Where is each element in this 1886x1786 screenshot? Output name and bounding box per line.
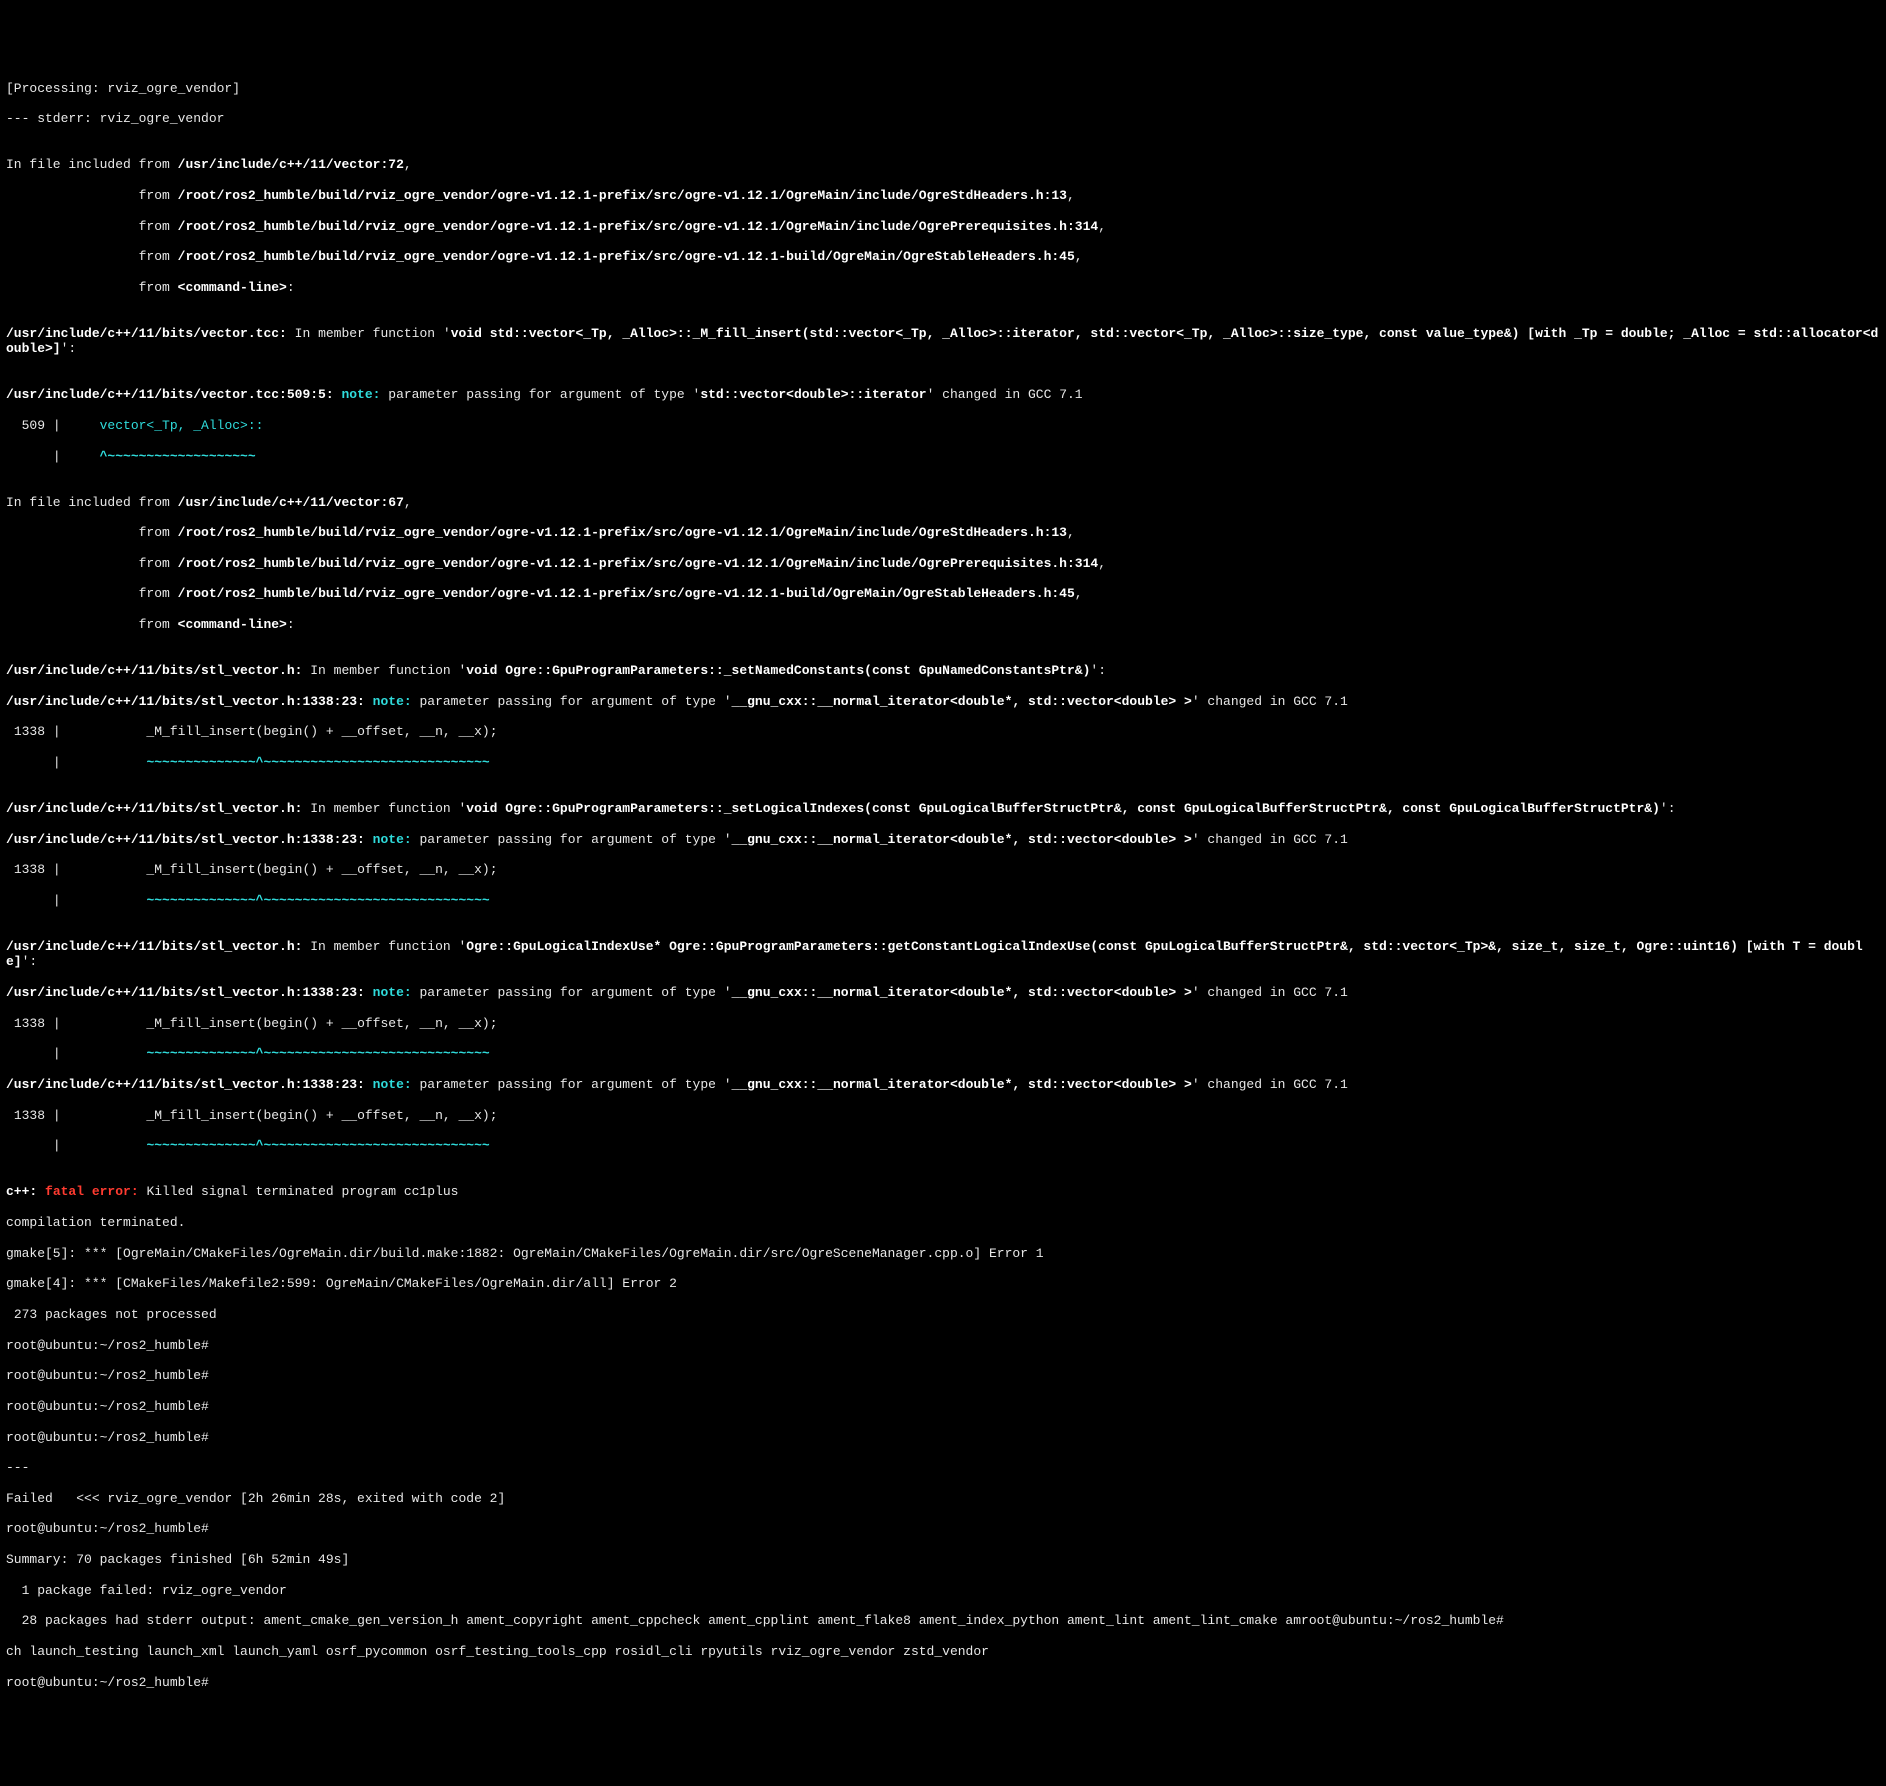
shell-prompt[interactable]: root@ubuntu:~/ros2_humble# [6,1338,1880,1353]
include-trace: from /root/ros2_humble/build/rviz_ogre_v… [6,556,1880,571]
stderr-line: --- stderr: rviz_ogre_vendor [6,111,1880,126]
terminal-output[interactable]: [Processing: rviz_ogre_vendor] --- stder… [6,65,1880,1705]
package-failed: 1 package failed: rviz_ogre_vendor [6,1583,1880,1598]
separator: --- [6,1460,1880,1475]
code-context: 1338 | _M_fill_insert(begin() + __offset… [6,1016,1880,1031]
processing-line: [Processing: rviz_ogre_vendor] [6,81,1880,96]
include-trace: from <command-line>: [6,617,1880,632]
fatal-error: c++: fatal error: Killed signal terminat… [6,1184,1880,1199]
compiler-note: /usr/include/c++/11/bits/vector.tcc:509:… [6,387,1880,402]
include-trace: In file included from /usr/include/c++/1… [6,157,1880,172]
include-trace: from <command-line>: [6,280,1880,295]
compiler-message: /usr/include/c++/11/bits/stl_vector.h: I… [6,801,1880,816]
shell-prompt[interactable]: root@ubuntu:~/ros2_humble# [6,1675,1880,1690]
gmake-error: gmake[4]: *** [CMakeFiles/Makefile2:599:… [6,1276,1880,1291]
code-context: 1338 | _M_fill_insert(begin() + __offset… [6,1108,1880,1123]
caret-line: | ~~~~~~~~~~~~~~^~~~~~~~~~~~~~~~~~~~~~~~… [6,1138,1880,1153]
include-trace: from /root/ros2_humble/build/rviz_ogre_v… [6,249,1880,264]
include-trace: from /root/ros2_humble/build/rviz_ogre_v… [6,525,1880,540]
shell-prompt[interactable]: root@ubuntu:~/ros2_humble# [6,1399,1880,1414]
include-trace: In file included from /usr/include/c++/1… [6,495,1880,510]
shell-prompt[interactable]: root@ubuntu:~/ros2_humble# [6,1368,1880,1383]
include-trace: from /root/ros2_humble/build/rviz_ogre_v… [6,219,1880,234]
include-trace: from /root/ros2_humble/build/rviz_ogre_v… [6,188,1880,203]
code-context: 509 | vector<_Tp, _Alloc>:: [6,418,1880,433]
caret-line: | ~~~~~~~~~~~~~~^~~~~~~~~~~~~~~~~~~~~~~~… [6,893,1880,908]
compiler-message: /usr/include/c++/11/bits/stl_vector.h: I… [6,939,1880,970]
shell-prompt[interactable]: root@ubuntu:~/ros2_humble# [6,1430,1880,1445]
shell-prompt[interactable]: root@ubuntu:~/ros2_humble# [6,1521,1880,1536]
compiler-note: /usr/include/c++/11/bits/stl_vector.h:13… [6,985,1880,1000]
include-trace: from /root/ros2_humble/build/rviz_ogre_v… [6,586,1880,601]
code-context: 1338 | _M_fill_insert(begin() + __offset… [6,862,1880,877]
packages-stderr-wrap: ch launch_testing launch_xml launch_yaml… [6,1644,1880,1659]
failed-line: Failed <<< rviz_ogre_vendor [2h 26min 28… [6,1491,1880,1506]
compiler-note: /usr/include/c++/11/bits/stl_vector.h:13… [6,832,1880,847]
caret-line: | ~~~~~~~~~~~~~~^~~~~~~~~~~~~~~~~~~~~~~~… [6,1046,1880,1061]
compilation-terminated: compilation terminated. [6,1215,1880,1230]
summary-line: Summary: 70 packages finished [6h 52min … [6,1552,1880,1567]
code-context: 1338 | _M_fill_insert(begin() + __offset… [6,724,1880,739]
packages-stderr: 28 packages had stderr output: ament_cma… [6,1613,1880,1628]
caret-line: | ^~~~~~~~~~~~~~~~~~~~ [6,449,1880,464]
compiler-message: /usr/include/c++/11/bits/vector.tcc: In … [6,326,1880,357]
compiler-note: /usr/include/c++/11/bits/stl_vector.h:13… [6,1077,1880,1092]
gmake-error: gmake[5]: *** [OgreMain/CMakeFiles/OgreM… [6,1246,1880,1261]
caret-line: | ~~~~~~~~~~~~~~^~~~~~~~~~~~~~~~~~~~~~~~… [6,755,1880,770]
compiler-message: /usr/include/c++/11/bits/stl_vector.h: I… [6,663,1880,678]
packages-not-processed: 273 packages not processed [6,1307,1880,1322]
compiler-note: /usr/include/c++/11/bits/stl_vector.h:13… [6,694,1880,709]
